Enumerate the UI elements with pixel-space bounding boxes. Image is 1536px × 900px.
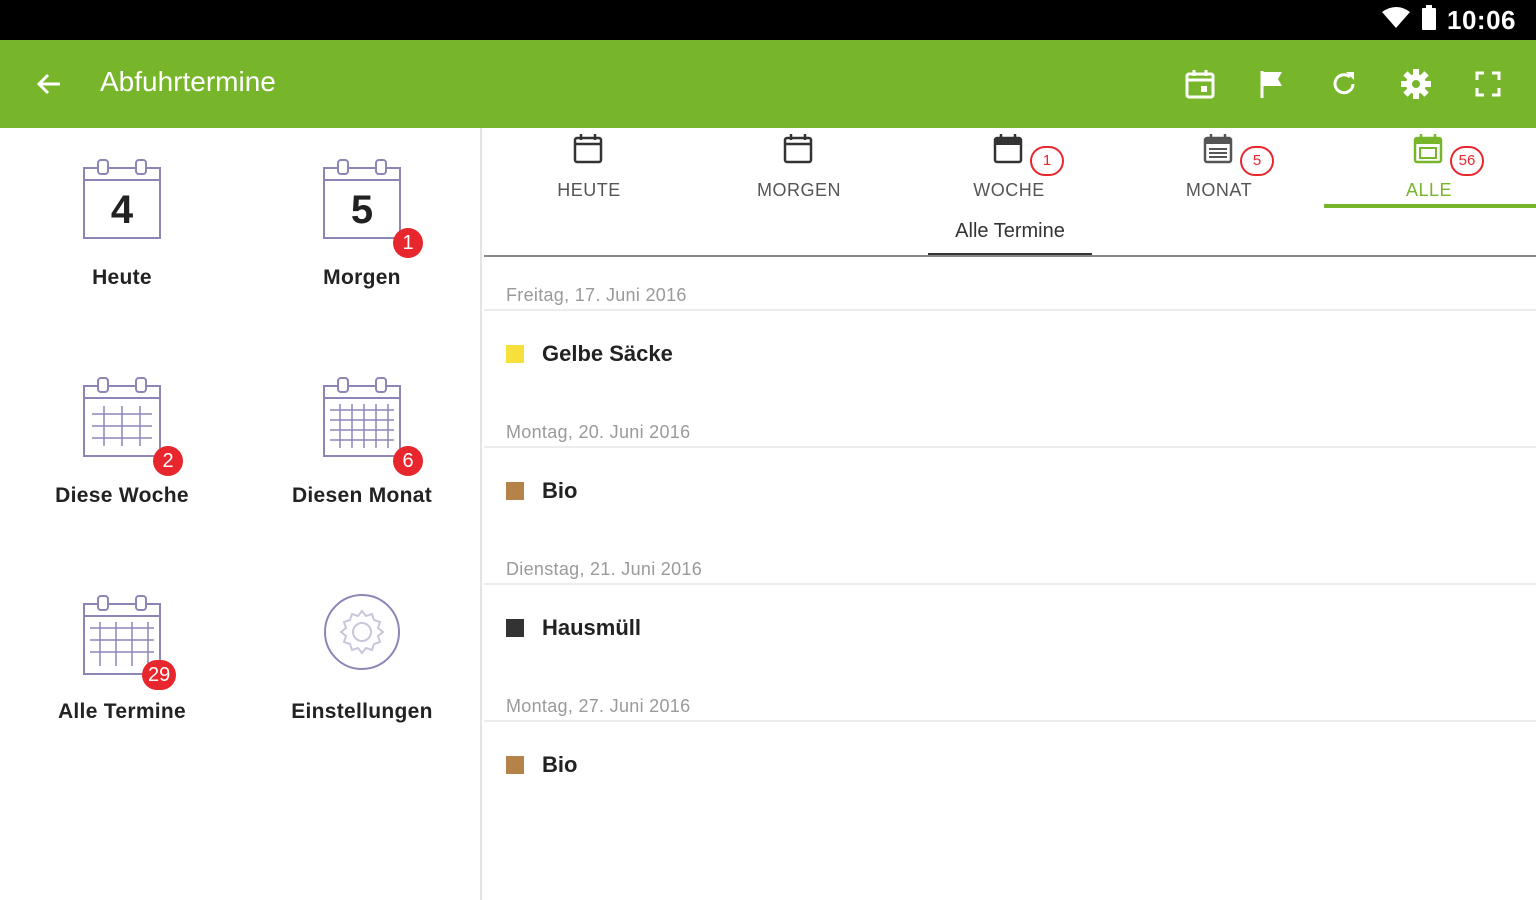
tab-morgen[interactable]: MORGEN	[694, 128, 904, 210]
tab-woche[interactable]: 1 WOCHE	[904, 128, 1114, 210]
tab-monat[interactable]: 5 MONAT	[1114, 128, 1324, 210]
calendar-icon[interactable]	[1180, 64, 1220, 104]
back-arrow-icon[interactable]	[30, 64, 70, 104]
tab-heute[interactable]: HEUTE	[484, 128, 694, 210]
list-item[interactable]: Hausmüll	[484, 585, 1536, 668]
tile-label: Diese Woche	[55, 484, 189, 507]
waste-color-swatch	[506, 619, 524, 637]
status-bar: 10:06	[0, 0, 1536, 40]
appointments-panel: HEUTE MORGEN 1 WOCHE 5 MONAT 56 ALLE All…	[484, 128, 1536, 900]
calendar-month-icon	[1203, 134, 1233, 164]
list-item[interactable]: Bio	[484, 448, 1536, 531]
count-badge: 6	[393, 446, 423, 476]
count-badge: 2	[153, 446, 183, 476]
tab-bar: HEUTE MORGEN 1 WOCHE 5 MONAT 56 ALLE	[484, 128, 1536, 210]
fullscreen-icon[interactable]	[1468, 64, 1508, 104]
status-clock: 10:06	[1447, 4, 1516, 35]
waste-type-label: Gelbe Säcke	[542, 341, 673, 366]
tile-day-number: 4	[110, 188, 134, 232]
tile-label: Heute	[92, 266, 152, 289]
tab-label: ALLE	[1405, 180, 1453, 200]
flag-icon[interactable]	[1252, 64, 1292, 104]
waste-type-label: Bio	[542, 752, 578, 777]
calendar-icon	[573, 134, 603, 164]
left-menu-panel: 4 Heute 5 1 Morgen 2 Diese Woche 6 Diese…	[0, 128, 482, 900]
tile-label: Diesen Monat	[291, 484, 433, 507]
tile-label: Alle Termine	[57, 700, 187, 723]
tab-count-badge: 5	[1240, 146, 1274, 176]
wifi-icon	[1381, 6, 1411, 34]
date-header: Montag, 20. Juni 2016	[484, 394, 1536, 448]
date-header: Montag, 27. Juni 2016	[484, 668, 1536, 722]
tile-label: Einstellungen	[291, 700, 433, 723]
battery-icon	[1421, 5, 1437, 35]
waste-color-swatch	[506, 345, 524, 363]
date-header: Freitag, 17. Juni 2016	[484, 257, 1536, 311]
list-item[interactable]: Gelbe Säcke	[484, 311, 1536, 394]
tile-day-number: 5	[350, 188, 374, 232]
app-bar-actions	[1180, 64, 1508, 104]
count-badge: 29	[142, 660, 177, 690]
menu-tile-heute[interactable]: 4 Heute	[22, 158, 222, 348]
schedule-list: Freitag, 17. Juni 2016 Gelbe Säcke Monta…	[484, 257, 1536, 805]
menu-tile-morgen[interactable]: 5 1 Morgen	[262, 158, 462, 348]
settings-icon[interactable]	[1396, 64, 1436, 104]
tab-label: HEUTE	[557, 180, 621, 200]
menu-tile-alle-termine[interactable]: 29 Alle Termine	[22, 594, 222, 784]
calendar-month-icon	[323, 377, 401, 457]
menu-tile-diese-woche[interactable]: 2 Diese Woche	[22, 376, 222, 566]
tab-alle[interactable]: 56 ALLE	[1324, 128, 1536, 210]
list-item[interactable]: Bio	[484, 722, 1536, 805]
subtab-label: Alle Termine	[955, 220, 1065, 242]
active-tab-indicator	[1324, 204, 1536, 208]
date-header: Dienstag, 21. Juni 2016	[484, 531, 1536, 585]
tab-label: MORGEN	[757, 180, 841, 200]
calendar-week-icon	[993, 134, 1023, 164]
tile-label: Morgen	[323, 266, 401, 289]
waste-color-swatch	[506, 482, 524, 500]
subtab-alle-termine[interactable]: Alle Termine	[928, 220, 1092, 256]
page-title: Abfuhrtermine	[100, 66, 276, 97]
app-bar: Abfuhrtermine	[0, 40, 1536, 128]
menu-tile-einstellungen[interactable]: Einstellungen	[262, 594, 462, 784]
calendar-icon	[783, 134, 813, 164]
calendar-week-icon	[83, 377, 161, 457]
tab-label: MONAT	[1185, 180, 1253, 200]
waste-type-label: Hausmüll	[542, 615, 642, 640]
tab-label: WOCHE	[973, 180, 1045, 200]
menu-tile-diesen-monat[interactable]: 6 Diesen Monat	[262, 376, 462, 566]
count-badge: 1	[393, 228, 423, 258]
settings-gear-icon	[324, 594, 400, 670]
refresh-icon[interactable]	[1324, 64, 1364, 104]
calendar-all-icon	[1413, 134, 1443, 164]
tab-count-badge: 1	[1030, 146, 1064, 176]
waste-color-swatch	[506, 756, 524, 774]
tab-count-badge: 56	[1450, 146, 1484, 176]
waste-type-label: Bio	[542, 478, 578, 503]
